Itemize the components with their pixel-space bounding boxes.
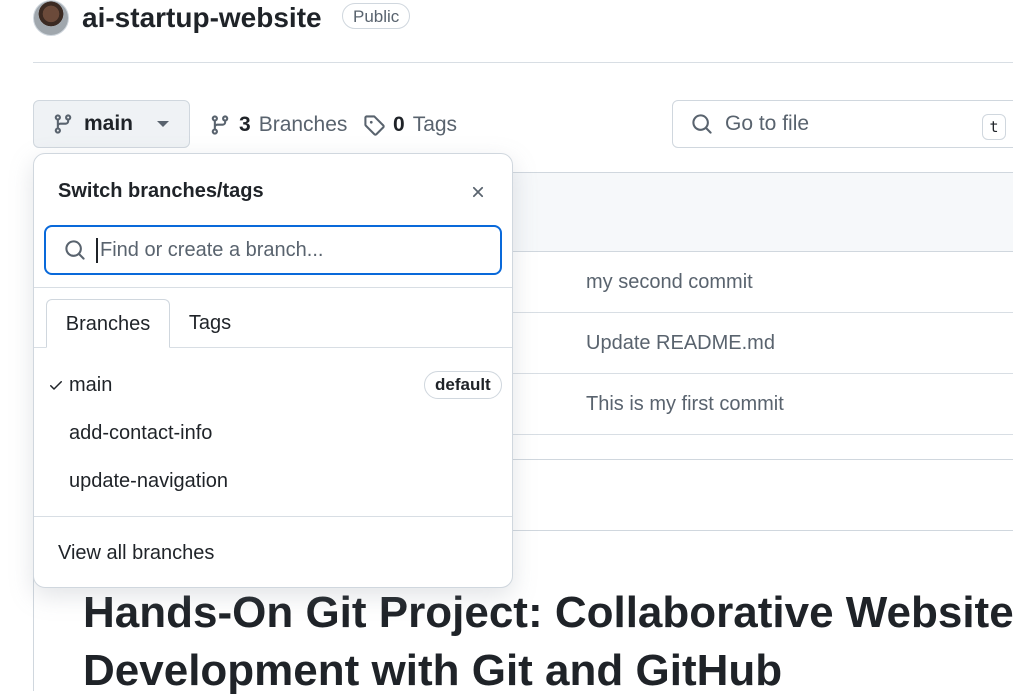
branch-search-input[interactable] — [96, 237, 482, 263]
branch-name: main — [69, 373, 113, 396]
search-icon — [692, 114, 712, 134]
default-branch-badge: default — [424, 371, 502, 399]
branches-count: 3 — [239, 113, 251, 136]
visibility-badge: Public — [342, 3, 411, 29]
git-branch-icon — [211, 115, 229, 135]
tab-tags[interactable]: Tags — [170, 299, 250, 347]
chevron-down-icon — [157, 121, 170, 127]
commit-message[interactable]: Update README.md — [586, 332, 775, 355]
header-divider — [33, 62, 1013, 63]
branch-item-main[interactable]: main default — [34, 363, 512, 407]
search-icon — [65, 240, 85, 260]
go-to-file-input[interactable]: Go to file — [672, 100, 1013, 148]
owner-avatar[interactable] — [33, 0, 69, 36]
branch-item-update-navigation[interactable]: update-navigation — [34, 459, 512, 503]
git-branch-icon — [54, 114, 72, 134]
divider — [34, 287, 512, 288]
branch-name: add-contact-info — [69, 421, 213, 444]
tab-branches[interactable]: Branches — [46, 299, 170, 348]
current-branch-label: main — [84, 112, 134, 135]
branches-label: Branches — [258, 113, 348, 136]
branch-switcher-dropdown: Switch branches/tags Branches Tags main … — [33, 153, 513, 588]
branch-search-field[interactable] — [44, 225, 502, 275]
branches-link[interactable]: 3 Branches — [209, 110, 347, 140]
keyboard-shortcut-hint: t — [982, 114, 1006, 140]
close-button[interactable] — [464, 178, 492, 206]
readme-heading-line2: Development with Git and GitHub — [83, 646, 783, 695]
repo-name[interactable]: ai-startup-website — [82, 0, 322, 36]
divider — [34, 516, 512, 517]
check-icon — [50, 381, 62, 390]
readme-heading: Hands-On Git Project: Collaborative Webs… — [83, 588, 1013, 637]
tags-count: 0 — [393, 113, 405, 136]
commit-message[interactable]: This is my first commit — [586, 393, 784, 416]
close-icon — [472, 186, 484, 198]
branch-name: update-navigation — [69, 469, 229, 492]
branch-item-add-contact-info[interactable]: add-contact-info — [34, 411, 512, 455]
branch-select-button[interactable]: main — [33, 100, 190, 148]
go-to-file-placeholder: Go to file — [725, 112, 810, 135]
tags-label: Tags — [412, 113, 458, 136]
tags-link[interactable]: 0 Tags — [363, 110, 457, 140]
view-all-branches-link[interactable]: View all branches — [58, 542, 214, 565]
dropdown-title: Switch branches/tags — [58, 180, 264, 202]
tag-icon — [364, 115, 385, 136]
commit-message[interactable]: my second commit — [586, 271, 753, 294]
